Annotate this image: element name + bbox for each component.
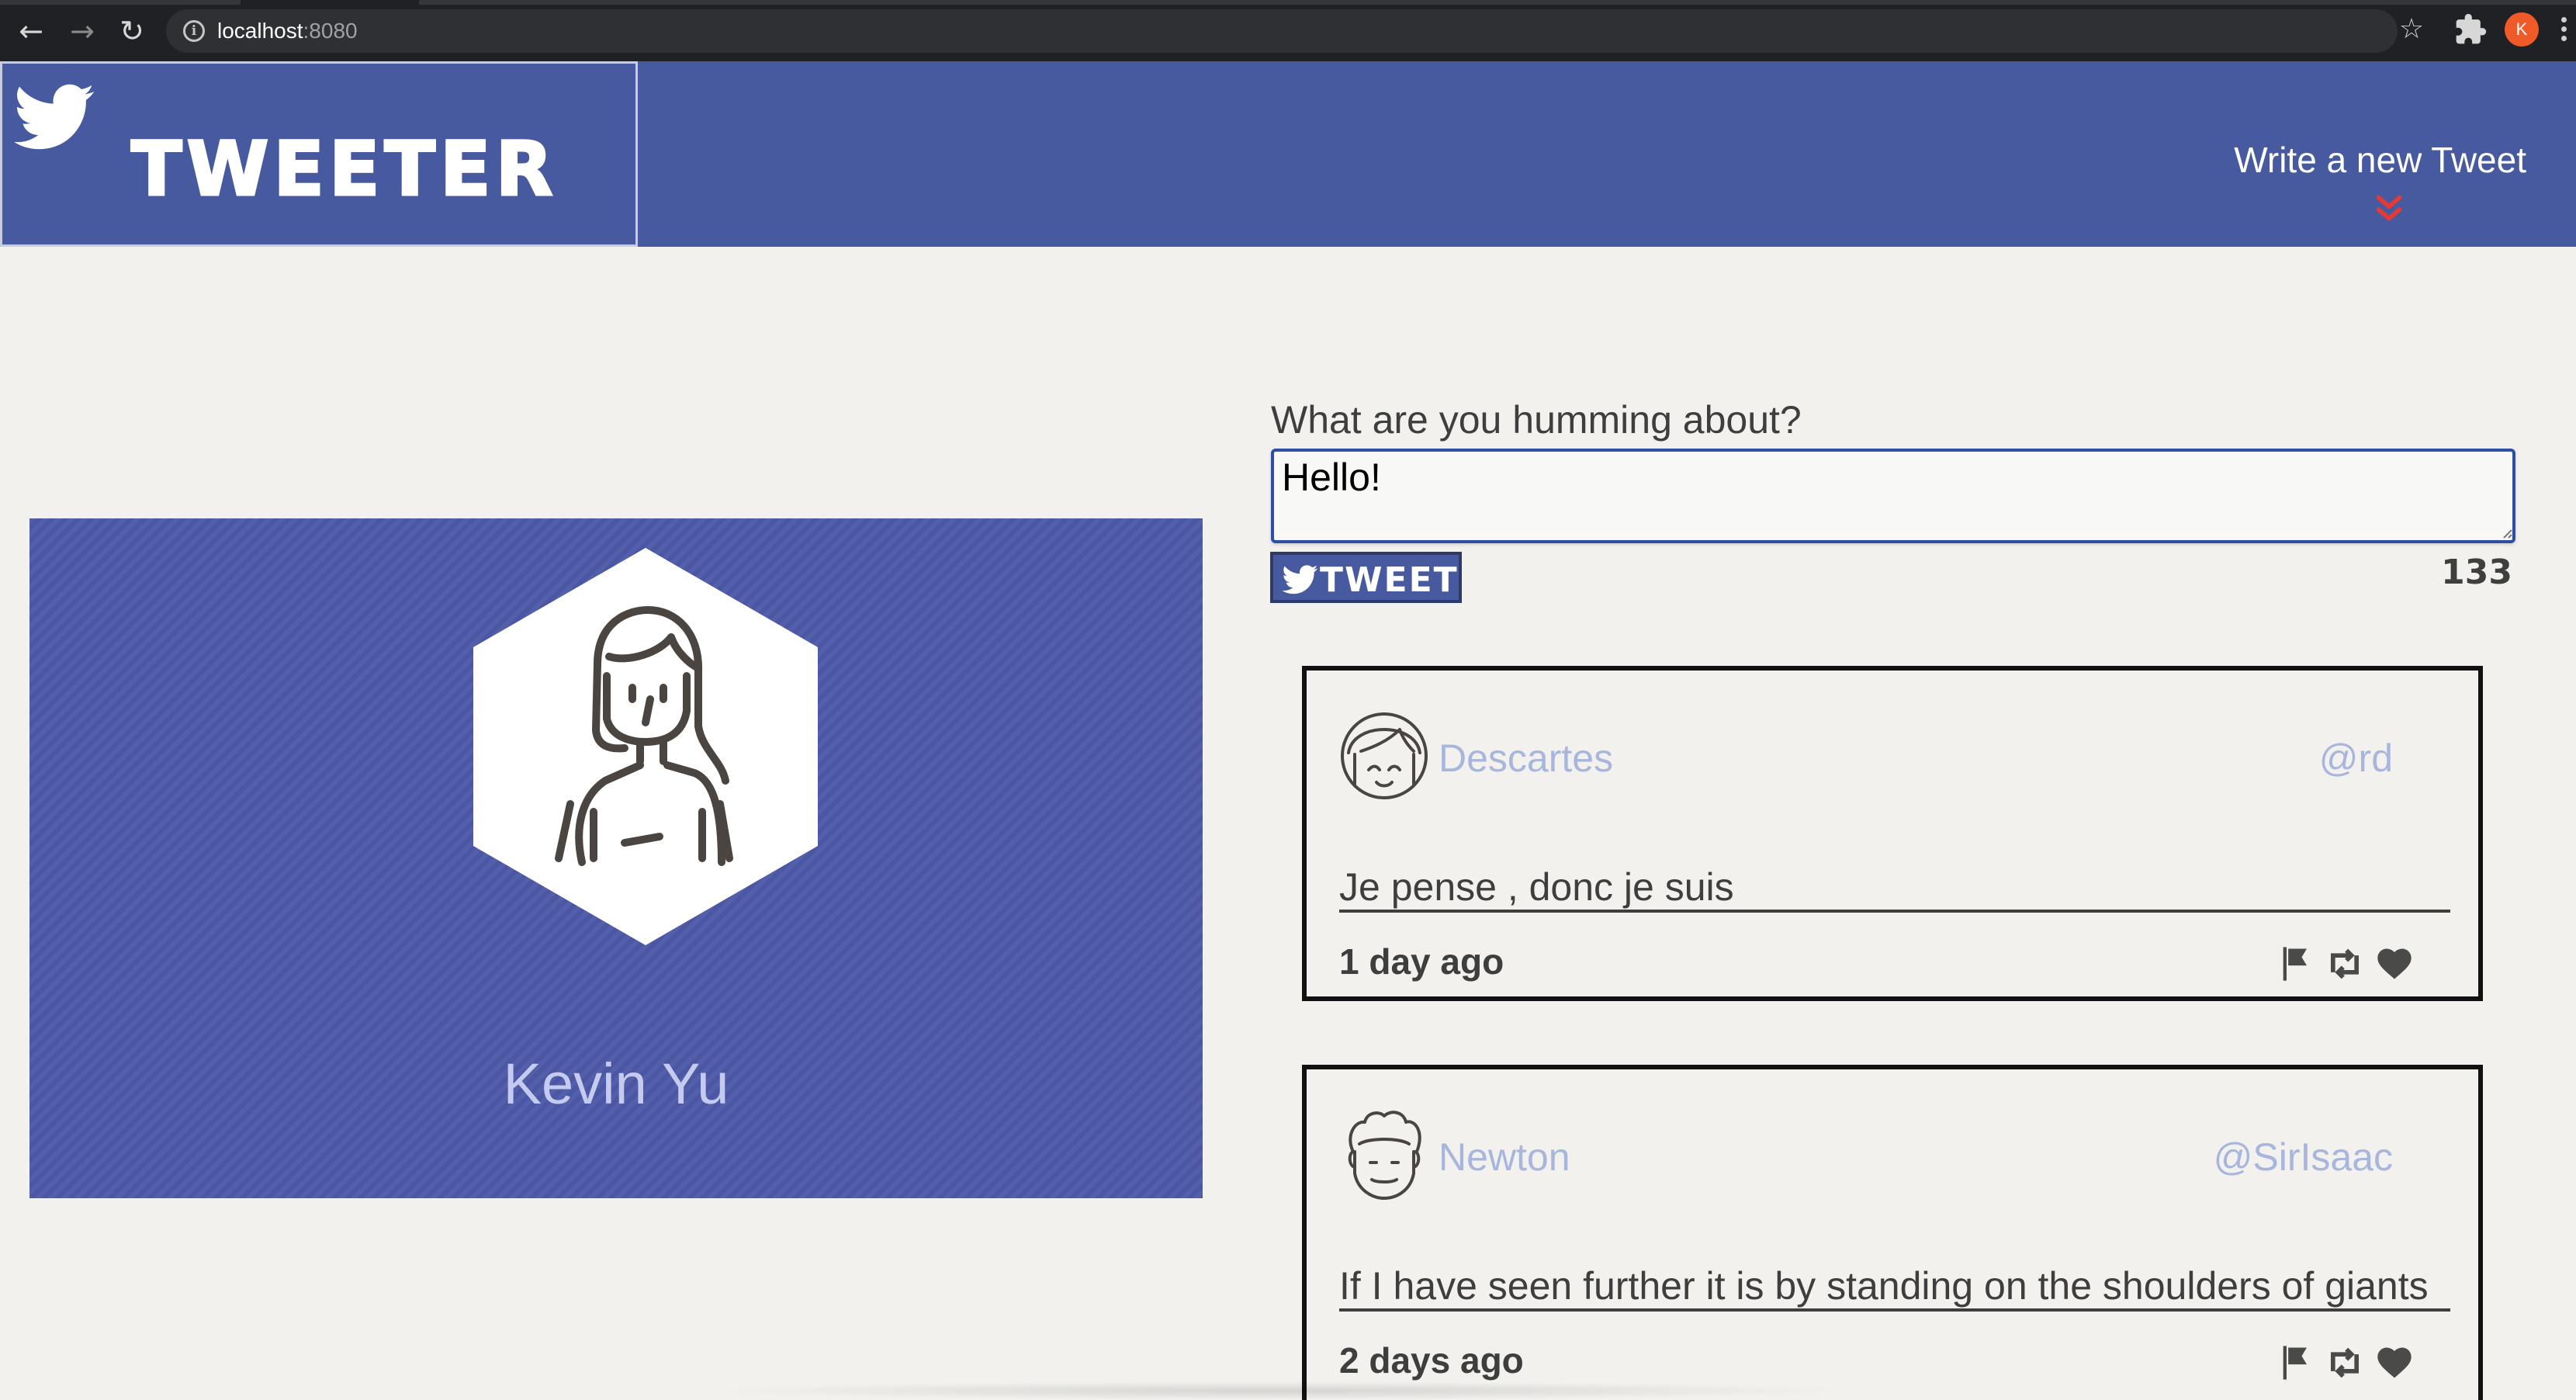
kebab-menu-icon[interactable] [2559, 17, 2568, 45]
browser-toolbar: ← → ↻ i localhost:8080 ☆ K [0, 0, 2576, 61]
page-shadow [698, 1381, 1862, 1400]
url-port: :8080 [303, 19, 358, 43]
tweet-timestamp: 2 days ago [1339, 1340, 1524, 1381]
profile-name: Kevin Yu [503, 1052, 729, 1116]
tab-strip [0, 0, 2576, 5]
tweet-button-label: TWEET [1320, 560, 1459, 600]
active-tab-edge [241, 0, 419, 5]
url-text[interactable]: localhost:8080 [217, 16, 358, 47]
tweet-author-name[interactable]: Newton [1439, 1135, 1570, 1180]
flag-icon[interactable] [2277, 944, 2317, 984]
tweet-card: Descartes @rd Je pense , donc je suis 1 … [1302, 666, 2483, 1001]
tweet-actions [2277, 1343, 2447, 1383]
user-avatar [1341, 712, 1428, 799]
tweet-content: If I have seen further it is by standing… [1339, 1263, 2450, 1312]
compose-textarea[interactable]: Hello! [1271, 449, 2515, 543]
retweet-icon[interactable] [2325, 944, 2365, 984]
twitter-bird-icon [1283, 565, 1318, 594]
write-tweet-link[interactable]: Write a new Tweet [2234, 139, 2526, 181]
tweet-author-handle[interactable]: @rd [2319, 736, 2393, 781]
app-title: TWEETER [130, 126, 558, 213]
tweet-button[interactable]: TWEET [1270, 552, 1462, 603]
tweet-actions [2277, 944, 2447, 984]
forward-icon[interactable]: → [64, 14, 101, 48]
puzzle-icon[interactable] [2453, 12, 2488, 47]
back-icon[interactable]: ← [12, 14, 50, 48]
app-header: TWEETER Write a new Tweet [0, 61, 2576, 247]
heart-icon[interactable] [2374, 1343, 2415, 1383]
resize-grip-icon[interactable] [2500, 526, 2512, 539]
brand-logo[interactable]: TWEETER [0, 61, 638, 247]
tweet-author-name[interactable]: Descartes [1439, 736, 1613, 781]
heart-icon[interactable] [2374, 944, 2415, 984]
star-icon[interactable]: ☆ [2394, 12, 2429, 47]
flag-icon[interactable] [2277, 1343, 2317, 1383]
profile-card: Kevin Yu [29, 518, 1203, 1198]
character-counter: 133 [2441, 553, 2512, 592]
tweet-author-handle[interactable]: @SirIsaac [2214, 1135, 2393, 1180]
retweet-icon[interactable] [2325, 1343, 2365, 1383]
tweet-timestamp: 1 day ago [1339, 941, 1504, 982]
double-chevron-down-icon[interactable] [2371, 192, 2407, 227]
reload-icon[interactable]: ↻ [113, 14, 151, 48]
info-icon[interactable]: i [183, 20, 205, 42]
address-bar[interactable] [166, 9, 2398, 53]
url-host: localhost [217, 19, 303, 43]
tweet-card: Newton @SirIsaac If I have seen further … [1302, 1065, 2483, 1400]
user-avatar [1348, 1111, 1421, 1200]
profile-avatar[interactable]: K [2505, 12, 2539, 47]
compose-label: What are you humming about? [1271, 398, 1802, 442]
tweet-content: Je pense , donc je suis [1339, 865, 2450, 913]
profile-avatar-image [473, 548, 818, 945]
twitter-bird-icon [15, 84, 95, 150]
